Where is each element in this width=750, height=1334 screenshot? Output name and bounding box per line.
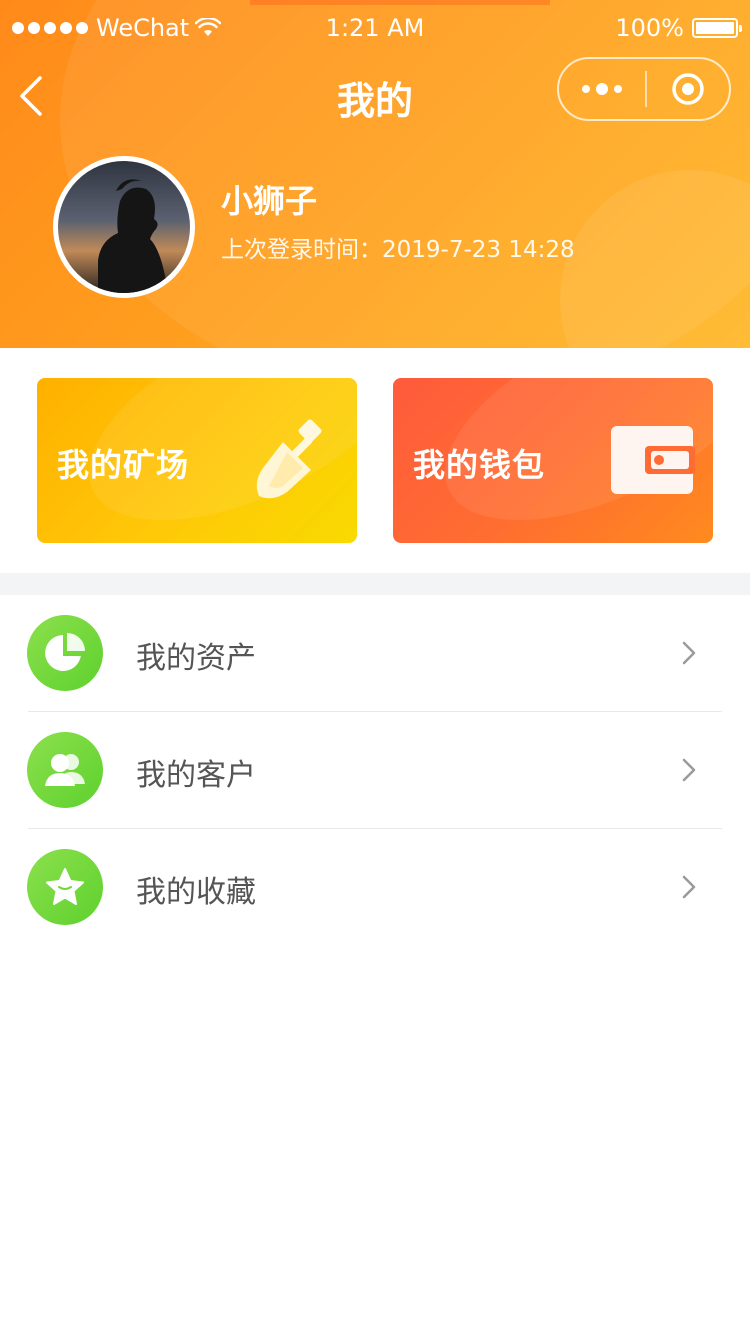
menu-item-favorites[interactable]: 我的收藏 — [0, 829, 750, 946]
profile-header: WeChat 1:21 AM 100% 我的 小狮子 上次登录时间：2019-7… — [0, 0, 750, 348]
menu-item-assets[interactable]: 我的资产 — [0, 595, 750, 712]
card-label: 我的钱包 — [413, 446, 546, 484]
avatar[interactable] — [53, 156, 195, 298]
last-login-time: 上次登录时间：2019-7-23 14:28 — [221, 237, 575, 263]
mini-program-capsule — [557, 57, 731, 121]
chevron-right-icon — [682, 758, 696, 782]
my-mine-card[interactable]: 我的矿场 — [37, 378, 357, 543]
more-button[interactable] — [559, 83, 645, 95]
star-icon — [27, 849, 103, 925]
menu-item-label: 我的客户 — [136, 758, 256, 793]
menu-item-label: 我的资产 — [136, 641, 256, 676]
chevron-right-icon — [682, 641, 696, 665]
section-divider — [0, 573, 750, 595]
close-button[interactable] — [647, 71, 729, 107]
card-label: 我的矿场 — [57, 446, 190, 484]
close-target-icon — [672, 73, 704, 105]
shovel-icon — [256, 419, 322, 499]
avatar-photo — [98, 179, 168, 293]
wallet-icon — [611, 426, 695, 494]
username: 小狮子 — [221, 182, 318, 220]
more-icon — [582, 85, 590, 93]
battery-icon — [692, 18, 742, 38]
status-bar: WeChat 1:21 AM 100% — [0, 0, 750, 60]
battery-percent: 100% — [615, 14, 684, 42]
chevron-right-icon — [682, 875, 696, 899]
my-wallet-card[interactable]: 我的钱包 — [393, 378, 713, 543]
menu-item-customers[interactable]: 我的客户 — [0, 712, 750, 829]
users-icon — [27, 732, 103, 808]
pie-chart-icon — [27, 615, 103, 691]
menu-item-label: 我的收藏 — [136, 875, 256, 910]
